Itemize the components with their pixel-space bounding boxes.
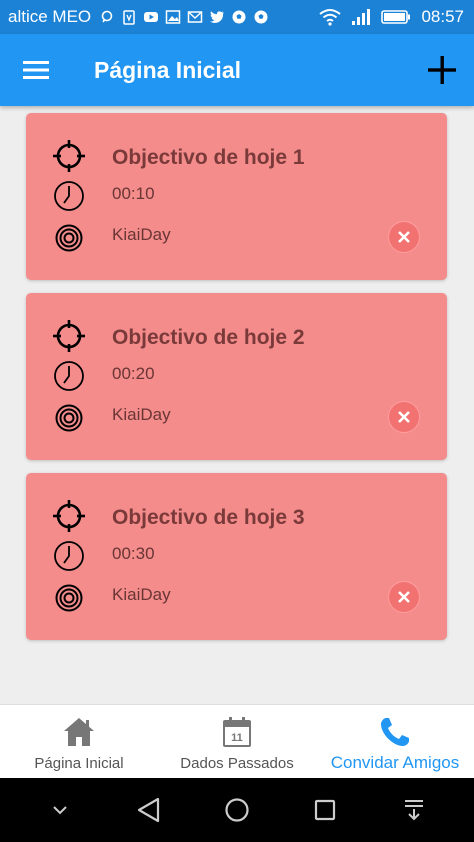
clock-icon xyxy=(52,539,86,573)
close-icon xyxy=(398,591,410,603)
back-triangle-icon xyxy=(137,797,159,823)
goal-app: KiaiDay xyxy=(112,225,171,244)
clock-time: 08:57 xyxy=(421,7,464,26)
nav-item-invite-friends[interactable]: Convidar Amigos xyxy=(316,705,474,778)
goal-title: Objectivo de hoje 3 xyxy=(112,506,305,529)
clock-icon xyxy=(52,359,86,393)
nav-item-past-data[interactable]: 11 Dados Passados xyxy=(158,705,316,778)
signal-icon xyxy=(352,9,371,25)
phone-icon xyxy=(380,715,410,749)
goal-title: Objectivo de hoje 1 xyxy=(112,146,305,169)
goal-time: 00:10 xyxy=(112,184,155,203)
goal-app: KiaiDay xyxy=(112,585,171,604)
calendar-day: 11 xyxy=(231,732,243,744)
home-icon xyxy=(63,715,95,749)
calendar-icon: 11 xyxy=(222,715,252,749)
wifi-icon xyxy=(319,9,342,26)
nav-item-home[interactable]: Página Inicial xyxy=(0,705,158,778)
collapse-button[interactable] xyxy=(36,786,84,834)
goal-card-2[interactable]: Objectivo de hoje 2 00:20 KiaiDay xyxy=(26,293,447,460)
bottom-navigation: Página Inicial 11 Dados Passados Convida… xyxy=(0,704,474,778)
home-system-button[interactable] xyxy=(213,786,261,834)
image-icon xyxy=(165,10,181,24)
home-circle-icon xyxy=(225,798,249,822)
chevron-down-icon xyxy=(53,806,67,815)
notification-icons xyxy=(99,9,269,25)
target-rings-icon xyxy=(52,581,86,615)
goal-card-3[interactable]: Objectivo de hoje 3 00:30 KiaiDay xyxy=(26,473,447,640)
target-rings-icon xyxy=(52,221,86,255)
status-bar: altice MEO 08:57 xyxy=(0,0,474,34)
battery-icon xyxy=(381,10,411,24)
clock-icon xyxy=(52,179,86,213)
menu-button[interactable] xyxy=(0,34,72,106)
recents-button[interactable] xyxy=(301,786,349,834)
goal-card-1[interactable]: Objectivo de hoje 1 00:10 KiaiDay xyxy=(26,113,447,280)
crosshair-icon xyxy=(52,499,86,533)
goal-title: Objectivo de hoje 2 xyxy=(112,326,305,349)
delete-goal-button[interactable] xyxy=(388,401,420,433)
nav-label: Dados Passados xyxy=(180,755,294,772)
goal-time: 00:20 xyxy=(112,364,155,383)
page-title: Página Inicial xyxy=(94,56,241,83)
clipboard-icon xyxy=(123,10,135,25)
hamburger-menu-icon xyxy=(23,61,49,79)
plus-icon xyxy=(428,56,456,84)
recents-square-icon xyxy=(315,799,336,821)
target-rings-icon xyxy=(52,401,86,435)
mail-icon xyxy=(187,11,203,23)
chat-icon xyxy=(101,10,113,23)
crosshair-icon xyxy=(52,139,86,173)
close-icon xyxy=(398,411,410,423)
goals-list: Objectivo de hoje 1 00:10 KiaiDay Object… xyxy=(0,106,474,704)
crosshair-icon xyxy=(52,319,86,353)
back-button[interactable] xyxy=(125,786,173,834)
nav-label: Convidar Amigos xyxy=(330,753,460,772)
notifications-pull-button[interactable] xyxy=(390,786,438,834)
goal-app: KiaiDay xyxy=(112,405,171,424)
close-icon xyxy=(398,231,410,243)
delete-goal-button[interactable] xyxy=(388,221,420,253)
add-goal-button[interactable] xyxy=(410,34,474,106)
goal-time: 00:30 xyxy=(112,544,155,563)
youtube-icon xyxy=(144,12,159,22)
nav-label: Página Inicial xyxy=(34,755,124,772)
app-bar: Página Inicial xyxy=(0,34,474,106)
system-navigation-bar xyxy=(0,778,474,842)
twitter-icon xyxy=(210,11,225,23)
pull-down-icon xyxy=(404,800,423,821)
soccer-icon xyxy=(232,10,246,24)
delete-goal-button[interactable] xyxy=(388,581,420,613)
soccer-icon-2 xyxy=(254,10,268,24)
carrier-name: altice MEO xyxy=(8,7,92,26)
